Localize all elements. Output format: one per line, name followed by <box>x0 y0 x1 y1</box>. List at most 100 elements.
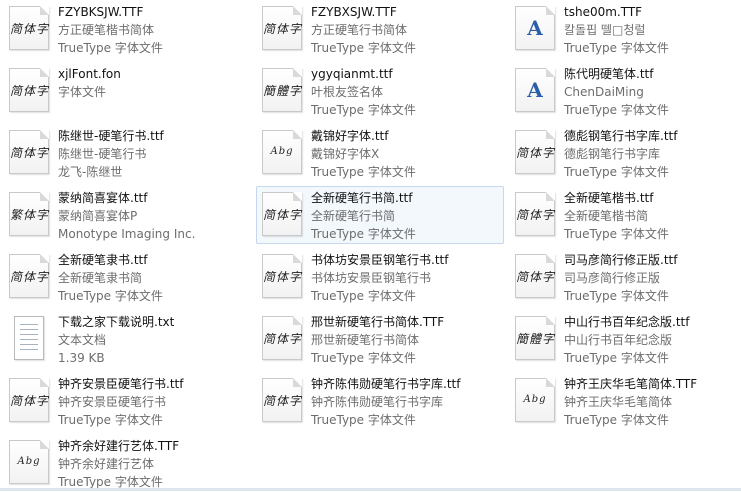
font-file-icon: 简体字 <box>8 6 52 52</box>
file-item[interactable]: 简体字 钟齐陈伟勋硬笔行书字库.ttf 钟齐陈伟勋硬笔行书字库 TrueType 字体… <box>256 372 504 430</box>
font-preview-glyph: 简体字 <box>516 208 556 222</box>
font-file-icon: 繁体字 <box>8 192 52 238</box>
font-file-icon: Abg <box>261 130 305 176</box>
file-item[interactable]: 简体字 xjlFont.fon 字体文件 <box>3 62 251 120</box>
file-item[interactable]: 简体字 书体坊安景臣钢笔行书.ttf 书体坊安景臣钢笔行书 TrueType 字体文件 <box>256 248 504 306</box>
file-type: 龙飞-陈继世 <box>58 165 123 179</box>
file-detail: 文本文档 <box>58 333 107 347</box>
font-preview-glyph: 繁体字 <box>10 208 50 222</box>
text-document-icon <box>8 316 52 362</box>
file-type: TrueType 字体文件 <box>311 351 416 365</box>
file-item[interactable]: 简体字 邢世新硬笔行书简体.TTF 邢世新硬笔行书简体 TrueType 字体文件 <box>256 310 504 368</box>
file-grid: 简体字 FZYBKSJW.TTF 方正硬笔楷书简体 TrueType 字体文件 简体字 F… <box>0 0 741 491</box>
file-type: TrueType 字体文件 <box>311 165 416 179</box>
file-detail: 全新硬笔隶书简 <box>58 271 143 285</box>
file-detail: 叶根友签名体 <box>311 85 384 99</box>
font-preview-glyph: 简体字 <box>516 270 556 284</box>
file-name: 钟齐余好建行艺体.TTF <box>58 439 180 453</box>
file-type <box>58 101 121 119</box>
font-file-icon: 简体字 <box>8 254 52 300</box>
file-detail: 全新硬笔楷书简 <box>564 209 649 223</box>
file-item[interactable]: A 陈代明硬笔体.ttf ChenDaiMing TrueType 字体文件 <box>509 62 741 120</box>
file-type: TrueType 字体文件 <box>564 103 669 117</box>
file-item[interactable]: 下载之家下载说明.txt 文本文档 1.39 KB <box>3 310 251 368</box>
font-preview-glyph: A <box>527 78 543 102</box>
file-name: xjlFont.fon <box>58 67 121 81</box>
file-name: 钟齐陈伟勋硬笔行书字库.ttf <box>311 377 461 391</box>
file-name: 戴锦好字体.ttf <box>311 129 389 143</box>
font-file-icon: 简体字 <box>261 254 305 300</box>
file-item[interactable]: 简体字 陈继世-硬笔行书.ttf 陈继世-硬笔行书 龙飞-陈继世 <box>3 124 251 182</box>
file-item[interactable]: 简体字 钟齐安景臣硬笔行书.ttf 钟齐安景臣硬笔行书 TrueType 字体文件 <box>3 372 251 430</box>
font-preview-glyph: 简体字 <box>10 84 50 98</box>
file-type: TrueType 字体文件 <box>564 165 669 179</box>
file-item[interactable]: 简体字 司马彦简行修正版.ttf 司马彦简行修正版 TrueType 字体文件 <box>509 248 741 306</box>
file-detail: 全新硬笔行书简 <box>311 209 396 223</box>
file-detail: 陈继世-硬笔行书 <box>58 147 147 161</box>
file-detail: 칼돌핍 뗄□청럴 <box>564 23 646 37</box>
font-file-icon: A <box>514 68 558 114</box>
file-item[interactable]: 繁体字 蒙纳简喜宴体.ttf 蒙纳简喜宴体P Monotype Imaging Inc… <box>3 186 251 244</box>
file-name: 陈继世-硬笔行书.ttf <box>58 129 164 143</box>
font-preview-glyph: 简体字 <box>10 22 50 36</box>
font-file-icon: 简体字 <box>261 316 305 362</box>
file-item[interactable]: 简体字 全新硬笔隶书.ttf 全新硬笔隶书简 TrueType 字体文件 <box>3 248 251 306</box>
font-preview-glyph: 简体字 <box>263 270 303 284</box>
file-name: 司马彦简行修正版.ttf <box>564 253 678 267</box>
file-type: TrueType 字体文件 <box>311 227 416 241</box>
file-name: 邢世新硬笔行书简体.TTF <box>311 315 445 329</box>
file-detail: 钟齐安景臣硬笔行书 <box>58 395 167 409</box>
file-item[interactable]: 简体字 全新硬笔行书简.ttf 全新硬笔行书简 TrueType 字体文件 <box>256 186 504 244</box>
file-item[interactable]: 简体字 FZYBXSJW.TTF 方正硬笔行书简体 TrueType 字体文件 <box>256 0 504 58</box>
file-name: 书体坊安景臣钢笔行书.ttf <box>311 253 449 267</box>
file-detail: 司马彦简行修正版 <box>564 271 661 285</box>
file-type: TrueType 字体文件 <box>58 289 163 303</box>
file-type: TrueType 字体文件 <box>311 289 416 303</box>
file-item[interactable]: 简体字 全新硬笔楷书.ttf 全新硬笔楷书简 TrueType 字体文件 <box>509 186 741 244</box>
file-item[interactable]: Atshe00m.TTF 칼돌핍 뗄□청럴 TrueType 字体文件 <box>509 0 741 58</box>
file-item[interactable]: 简体字 FZYBKSJW.TTF 方正硬笔楷书简体 TrueType 字体文件 <box>3 0 251 58</box>
file-detail: 钟齐余好建行艺体 <box>58 457 155 471</box>
file-detail: 书体坊安景臣钢笔行书 <box>311 271 432 285</box>
font-file-icon: 简体字 <box>8 68 52 114</box>
file-type: 1.39 KB <box>58 351 105 365</box>
font-preview-glyph: 简体字 <box>516 146 556 160</box>
font-preview-glyph: 简体字 <box>10 146 50 160</box>
file-name: 中山行书百年纪念版.ttf <box>564 315 690 329</box>
file-item[interactable]: 简体字 德彪钢笔行书字库.ttf 德彪钢笔行书字库 TrueType 字体文件 <box>509 124 741 182</box>
file-item[interactable]: 簡體字 ygyqianmt.ttf 叶根友签名体 TrueType 字体文件 <box>256 62 504 120</box>
file-detail: 字体文件 <box>58 85 107 99</box>
file-name: tshe00m.TTF <box>564 5 643 19</box>
file-name: ygyqianmt.ttf <box>311 67 393 81</box>
file-type: TrueType 字体文件 <box>564 289 669 303</box>
file-type: TrueType 字体文件 <box>58 41 163 55</box>
file-name: 陈代明硬笔体.ttf <box>564 67 654 81</box>
file-item[interactable]: Abg 戴锦好字体.ttf 戴锦好字体X TrueType 字体文件 <box>256 124 504 182</box>
file-name: 蒙纳简喜宴体.ttf <box>58 191 148 205</box>
file-type: TrueType 字体文件 <box>58 413 163 427</box>
file-name: 德彪钢笔行书字库.ttf <box>564 129 678 143</box>
file-type: Monotype Imaging Inc. <box>58 227 196 241</box>
font-preview-glyph: Abg <box>523 394 547 405</box>
file-name: 全新硬笔行书简.ttf <box>311 191 413 205</box>
file-detail: 钟齐王庆华毛笔简体 <box>564 395 673 409</box>
file-item[interactable]: Abg 钟齐王庆华毛笔简体.TTF 钟齐王庆华毛笔简体 TrueType 字体文件 <box>509 372 741 430</box>
font-file-icon: 简体字 <box>261 192 305 238</box>
file-name: 全新硬笔楷书.ttf <box>564 191 654 205</box>
font-preview-glyph: 简体字 <box>263 208 303 222</box>
file-type: TrueType 字体文件 <box>564 351 669 365</box>
font-file-icon: 简体字 <box>8 378 52 424</box>
file-item[interactable]: Abg 钟齐余好建行艺体.TTF 钟齐余好建行艺体 TrueType 字体文件 <box>3 434 251 492</box>
file-type: TrueType 字体文件 <box>564 41 669 55</box>
font-preview-glyph: 簡體字 <box>263 84 303 98</box>
file-item[interactable]: 簡體字 中山行书百年纪念版.ttf 中山行书百年纪念版 TrueType 字体文件 <box>509 310 741 368</box>
font-preview-glyph: 简体字 <box>263 332 303 346</box>
file-detail: 蒙纳简喜宴体P <box>58 209 138 223</box>
font-preview-glyph: Abg <box>270 146 294 157</box>
font-preview-glyph: 簡體字 <box>516 332 556 346</box>
file-detail: 中山行书百年纪念版 <box>564 333 673 347</box>
file-detail: ChenDaiMing <box>564 85 644 99</box>
file-detail: 邢世新硬笔行书简体 <box>311 333 420 347</box>
font-preview-glyph: 简体字 <box>263 22 303 36</box>
font-file-icon: 简体字 <box>8 130 52 176</box>
